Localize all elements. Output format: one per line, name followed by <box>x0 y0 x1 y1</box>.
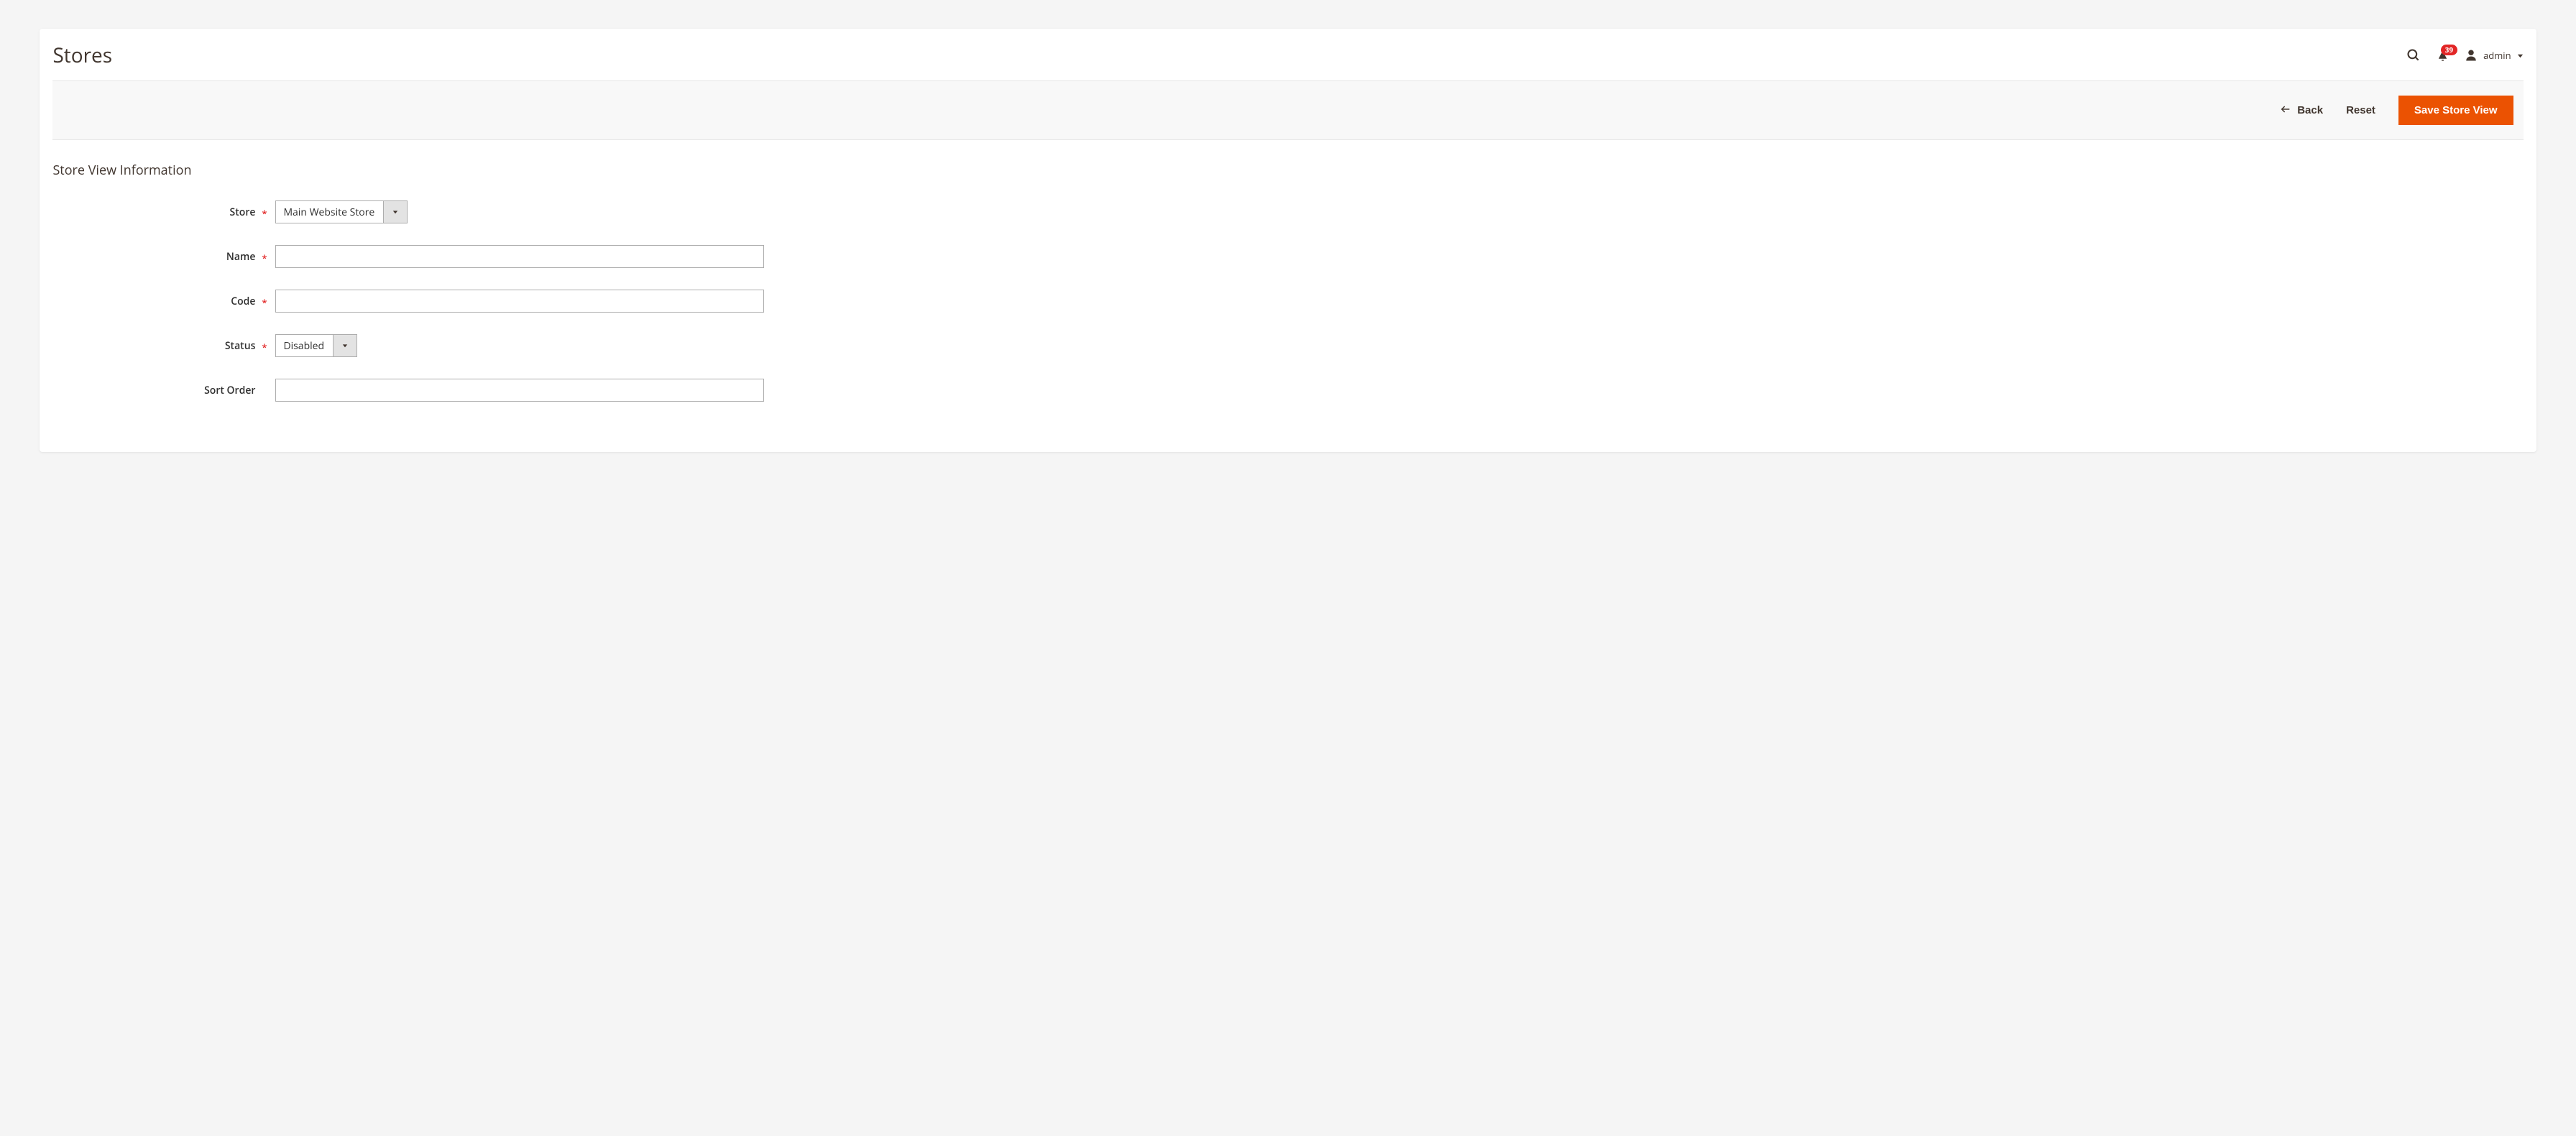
username-label: admin <box>2483 49 2511 62</box>
required-asterisk: * <box>262 207 267 220</box>
page-title: Stores <box>52 42 112 69</box>
notifications-count: 39 <box>2441 45 2457 55</box>
sort-order-label-text: Sort Order <box>204 384 255 397</box>
status-label: Status * <box>52 339 275 353</box>
sort-order-field-row: Sort Order <box>52 379 2523 402</box>
caret-down-icon <box>333 335 356 356</box>
code-field-row: Code * <box>52 290 2523 313</box>
user-icon <box>2465 49 2478 62</box>
name-input[interactable] <box>275 245 764 268</box>
code-label: Code * <box>52 295 275 308</box>
required-asterisk: * <box>262 341 267 354</box>
status-select-value: Disabled <box>276 335 333 356</box>
search-icon[interactable] <box>2406 48 2421 63</box>
back-button[interactable]: Back <box>2280 103 2323 118</box>
save-store-view-button[interactable]: Save Store View <box>2398 96 2513 125</box>
caret-down-icon <box>2517 49 2524 62</box>
name-label: Name * <box>52 250 275 264</box>
store-select-value: Main Website Store <box>276 201 383 223</box>
status-select[interactable]: Disabled <box>275 334 357 357</box>
code-input[interactable] <box>275 290 764 313</box>
store-field-row: Store * Main Website Store <box>52 200 2523 223</box>
code-label-text: Code <box>231 295 255 308</box>
sort-order-label: Sort Order <box>52 384 275 397</box>
status-field-row: Status * Disabled <box>52 334 2523 357</box>
store-label-text: Store <box>230 206 256 219</box>
status-label-text: Status <box>225 339 256 353</box>
arrow-left-icon <box>2280 103 2291 118</box>
reset-button[interactable]: Reset <box>2346 104 2375 116</box>
form-section: Store View Information Store * Main Webs… <box>40 140 2536 452</box>
name-field-row: Name * <box>52 245 2523 268</box>
action-bar: Back Reset Save Store View <box>52 80 2523 140</box>
store-label: Store * <box>52 206 275 219</box>
required-asterisk: * <box>262 296 267 309</box>
store-select[interactable]: Main Website Store <box>275 200 408 223</box>
section-title: Store View Information <box>52 162 2523 179</box>
back-label: Back <box>2297 104 2323 116</box>
notifications-button[interactable]: 39 <box>2437 50 2449 62</box>
name-label-text: Name <box>226 250 256 264</box>
admin-account-dropdown[interactable]: admin <box>2465 49 2523 62</box>
caret-down-icon <box>383 201 407 223</box>
header-actions: 39 admin <box>2406 48 2523 63</box>
page-header: Stores 39 admin <box>52 29 2523 80</box>
required-asterisk: * <box>262 251 267 264</box>
sort-order-input[interactable] <box>275 379 764 402</box>
page-container: Stores 39 admin <box>40 29 2536 452</box>
